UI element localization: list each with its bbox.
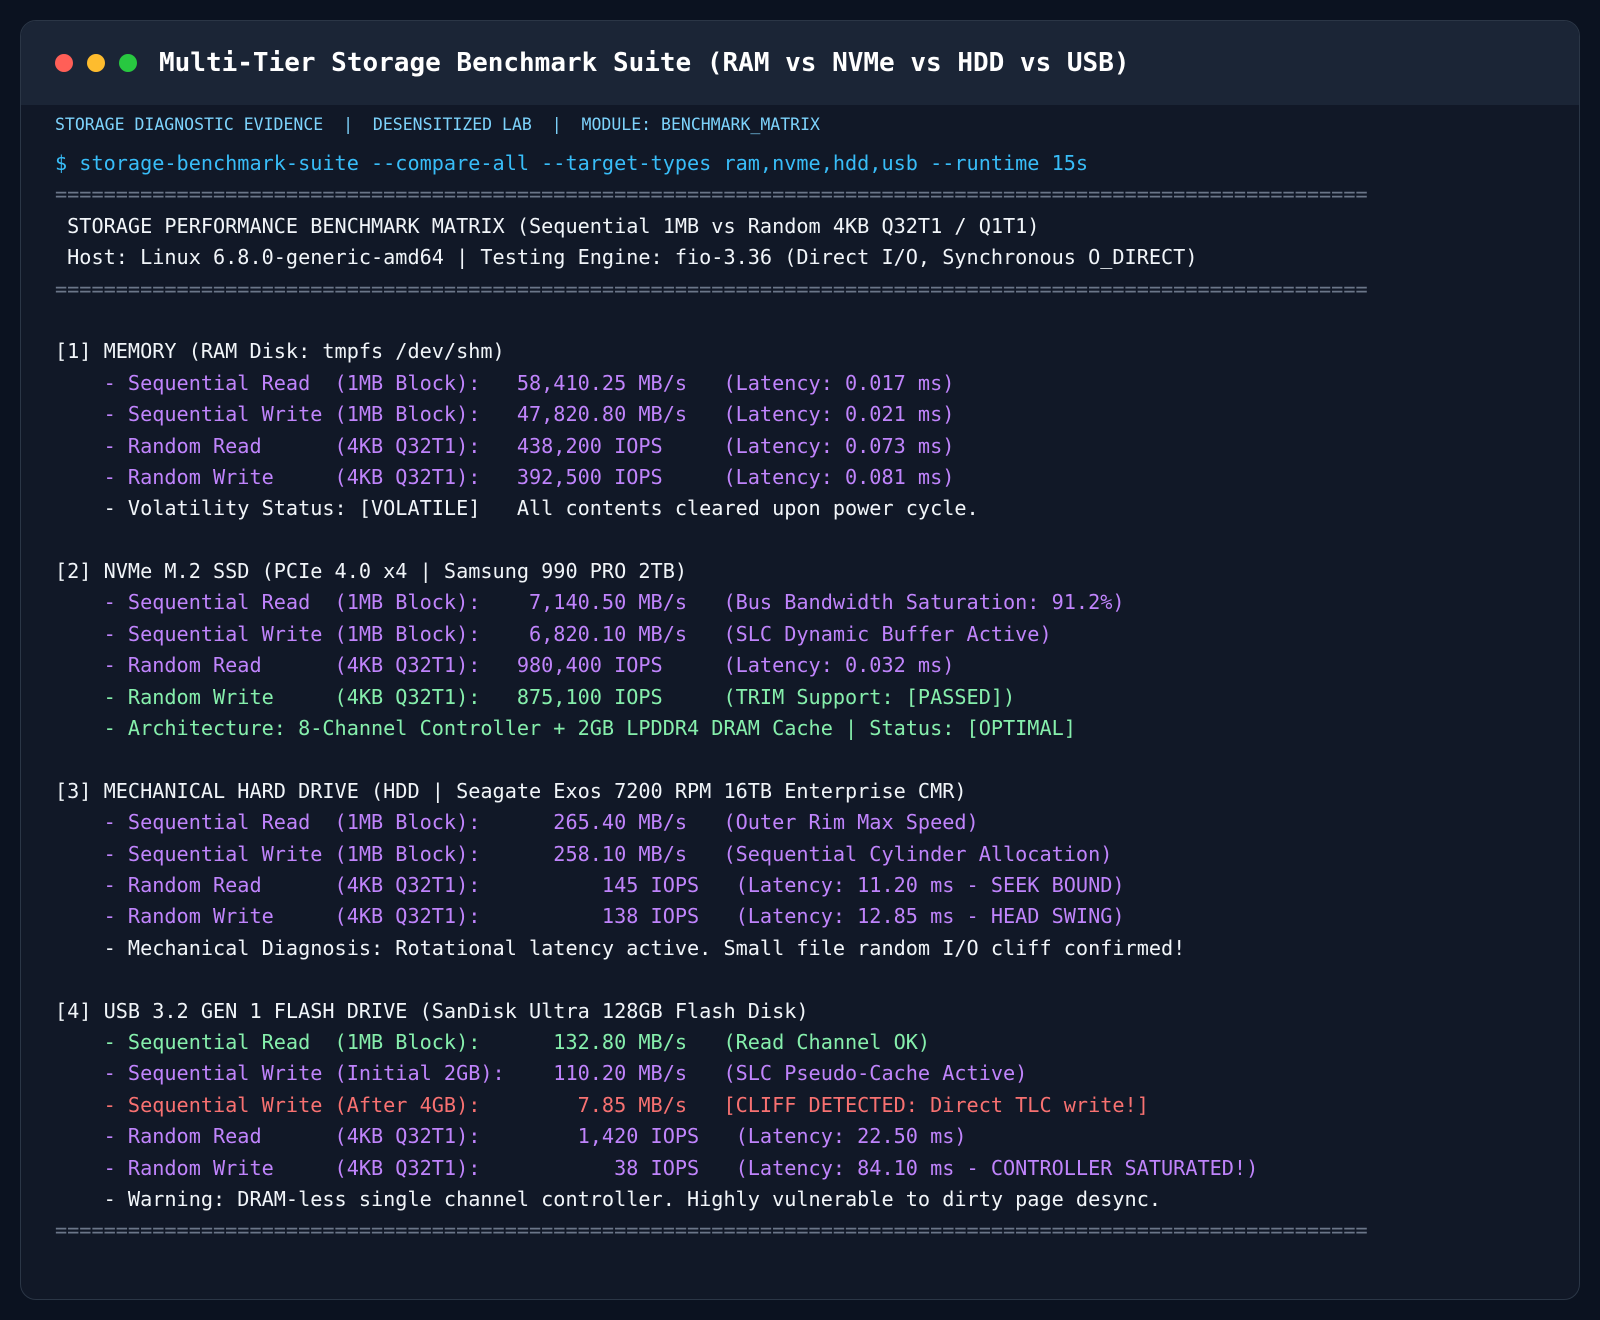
metric-line: - Random Read (4KB Q32T1): 1,420 IOPS (L… bbox=[55, 1124, 967, 1149]
metric-line: - Sequential Read (1MB Block): 132.80 MB… bbox=[55, 1029, 931, 1054]
divider-rule: ========================================… bbox=[55, 1218, 1368, 1243]
host-info: Host: Linux 6.8.0-generic-amd64 | Testin… bbox=[55, 245, 1198, 270]
report-title: STORAGE PERFORMANCE BENCHMARK MATRIX (Se… bbox=[55, 213, 1040, 238]
meta-separator: | bbox=[551, 115, 562, 134]
title-bar: Multi-Tier Storage Benchmark Suite (RAM … bbox=[21, 21, 1579, 105]
close-window-button[interactable] bbox=[55, 54, 73, 72]
metric-line: - Random Write (4KB Q32T1): 138 IOPS (La… bbox=[55, 904, 1125, 929]
meta-separator: | bbox=[343, 115, 354, 134]
metric-line: - Random Write (4KB Q32T1): 38 IOPS (Lat… bbox=[55, 1155, 1259, 1180]
divider-rule: ========================================… bbox=[55, 276, 1368, 301]
section-heading: [4] USB 3.2 GEN 1 FLASH DRIVE (SanDisk U… bbox=[55, 998, 809, 1023]
metric-line: - Random Write (4KB Q32T1): 875,100 IOPS… bbox=[55, 684, 1016, 709]
metric-line: - Sequential Read (1MB Block): 265.40 MB… bbox=[55, 810, 979, 835]
metric-line: - Sequential Write (1MB Block): 47,820.8… bbox=[55, 402, 955, 427]
metric-line: - Random Write (4KB Q32T1): 392,500 IOPS… bbox=[55, 464, 955, 489]
metric-line: - Sequential Read (1MB Block): 58,410.25… bbox=[55, 370, 955, 395]
metric-line: - Random Read (4KB Q32T1): 145 IOPS (Lat… bbox=[55, 872, 1125, 897]
meta-lab: DESENSITIZED LAB bbox=[372, 115, 532, 134]
metric-line: - Sequential Write (1MB Block): 6,820.10… bbox=[55, 621, 1052, 646]
metric-line: - Random Read (4KB Q32T1): 980,400 IOPS … bbox=[55, 653, 955, 678]
metric-line: - Sequential Write (1MB Block): 258.10 M… bbox=[55, 841, 1113, 866]
metric-line: - Sequential Write (Initial 2GB): 110.20… bbox=[55, 1061, 1028, 1086]
section-heading: [3] MECHANICAL HARD DRIVE (HDD | Seagate… bbox=[55, 778, 967, 803]
evidence-meta-line: STORAGE DIAGNOSTIC EVIDENCE | DESENSITIZ… bbox=[55, 114, 1579, 136]
minimize-window-button[interactable] bbox=[87, 54, 105, 72]
divider-rule: ========================================… bbox=[55, 182, 1368, 207]
metric-line: - Sequential Write (After 4GB): 7.85 MB/… bbox=[55, 1092, 1149, 1117]
terminal-output: STORAGE DIAGNOSTIC EVIDENCE | DESENSITIZ… bbox=[21, 105, 1579, 1247]
section-heading: [1] MEMORY (RAM Disk: tmpfs /dev/shm) bbox=[55, 339, 505, 364]
meta-module: MODULE: BENCHMARK_MATRIX bbox=[581, 115, 820, 134]
metric-line: - Sequential Read (1MB Block): 7,140.50 … bbox=[55, 590, 1125, 615]
metric-line: - Mechanical Diagnosis: Rotational laten… bbox=[55, 935, 1186, 960]
command-line: $ storage-benchmark-suite --compare-all … bbox=[55, 151, 1089, 175]
metric-line: - Warning: DRAM-less single channel cont… bbox=[55, 1186, 1162, 1211]
section-heading: [2] NVMe M.2 SSD (PCIe 4.0 x4 | Samsung … bbox=[55, 559, 688, 584]
meta-evidence: STORAGE DIAGNOSTIC EVIDENCE bbox=[55, 115, 324, 134]
maximize-window-button[interactable] bbox=[119, 54, 137, 72]
metric-line: - Volatility Status: [VOLATILE] All cont… bbox=[55, 496, 979, 521]
terminal-window: Multi-Tier Storage Benchmark Suite (RAM … bbox=[20, 20, 1580, 1300]
window-title: Multi-Tier Storage Benchmark Suite (RAM … bbox=[159, 48, 1130, 78]
benchmark-sections: [1] MEMORY (RAM Disk: tmpfs /dev/shm) - … bbox=[55, 305, 1579, 1215]
metric-line: - Architecture: 8-Channel Controller + 2… bbox=[55, 716, 1076, 741]
metric-line: - Random Read (4KB Q32T1): 438,200 IOPS … bbox=[55, 433, 955, 458]
